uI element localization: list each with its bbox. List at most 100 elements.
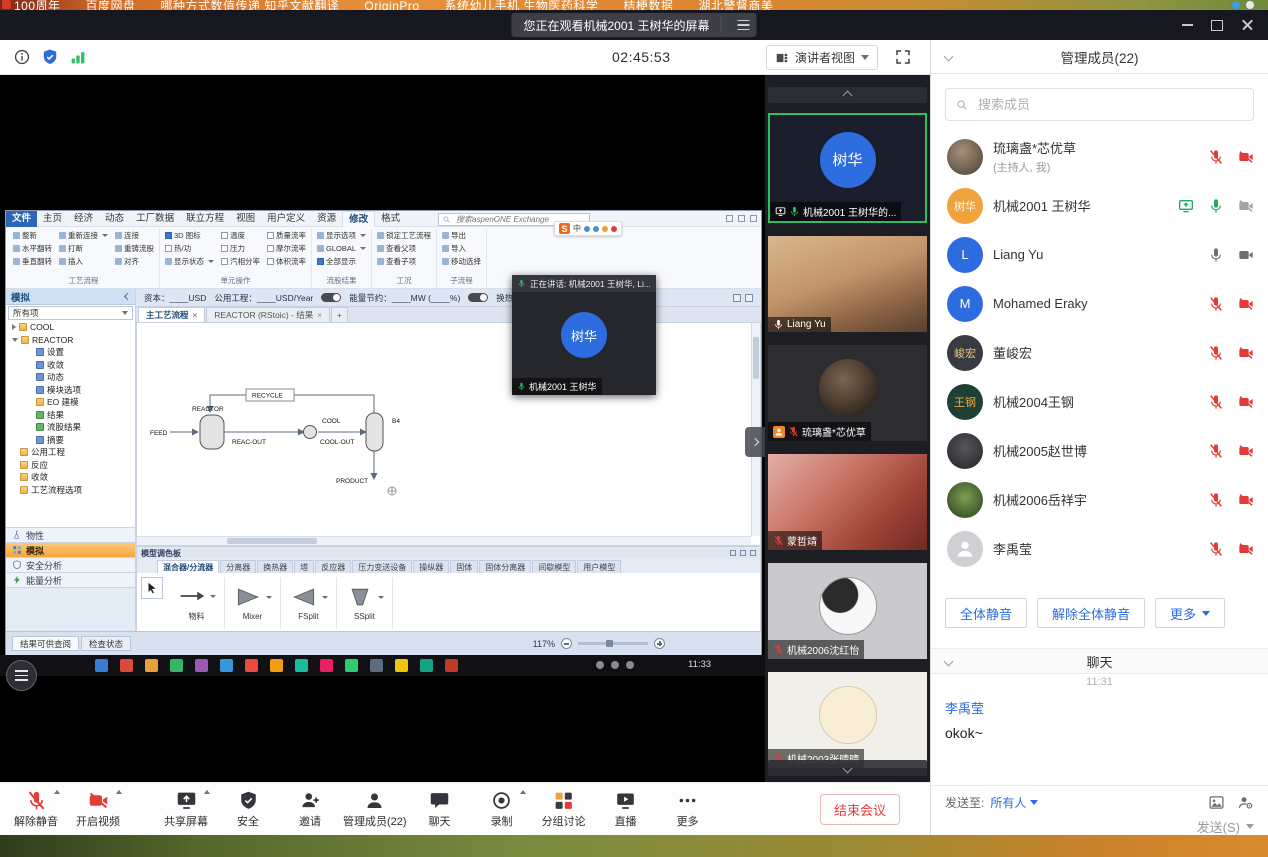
- ribbon-item[interactable]: 移动选择: [442, 255, 481, 268]
- camera-off-icon[interactable]: [1238, 198, 1254, 214]
- menu-tab[interactable]: 用户定义: [261, 211, 311, 227]
- member-row[interactable]: 树华机械2001 王树华: [931, 181, 1268, 230]
- image-icon[interactable]: [1208, 794, 1225, 811]
- tree-item[interactable]: 公用工程: [6, 446, 135, 459]
- tree-item[interactable]: 反应: [6, 459, 135, 472]
- checkbox-icon[interactable]: [165, 245, 172, 252]
- palette-tab[interactable]: 反应器: [315, 560, 351, 573]
- checkbox-icon[interactable]: [267, 245, 274, 252]
- ribbon-item[interactable]: 连接: [115, 229, 154, 242]
- checkbox-icon[interactable]: [267, 232, 274, 239]
- app-icon[interactable]: [420, 659, 433, 672]
- ribbon-item[interactable]: 3D 图标: [165, 229, 214, 242]
- ribbon-item[interactable]: 打断: [59, 242, 108, 255]
- flowsheet-tab[interactable]: REACTOR (RStoic) - 结果×: [206, 307, 330, 322]
- close-icon[interactable]: ×: [317, 311, 322, 320]
- thumbnails-scroll-up[interactable]: [768, 87, 927, 103]
- zoom-slider[interactable]: [578, 642, 648, 645]
- ribbon-item[interactable]: GLOBAL: [317, 242, 366, 255]
- tree-item[interactable]: COOL: [6, 321, 135, 334]
- checkbox-icon[interactable]: [221, 245, 228, 252]
- minimize-button[interactable]: [1172, 10, 1202, 40]
- nav-section[interactable]: 安全分析: [6, 557, 135, 572]
- expander-icon[interactable]: [12, 338, 18, 342]
- status-tab[interactable]: 结果可供查阅: [12, 636, 79, 651]
- camera-off-icon[interactable]: [1238, 345, 1254, 361]
- close-icon[interactable]: ×: [193, 311, 198, 320]
- mic-icon[interactable]: [1208, 198, 1224, 214]
- app-icon[interactable]: [320, 659, 333, 672]
- new-tab-button[interactable]: +: [331, 307, 348, 322]
- tree-filter-dropdown[interactable]: 所有项: [8, 306, 133, 320]
- toolbar-chat[interactable]: 聊天: [409, 783, 471, 835]
- palette-item[interactable]: 物料: [169, 577, 225, 629]
- app-icon[interactable]: [445, 659, 458, 672]
- ribbon-item[interactable]: 垂直翻转: [13, 255, 52, 268]
- toolbar-record[interactable]: 录制: [471, 783, 533, 835]
- end-meeting-button[interactable]: 结束会议: [820, 794, 900, 825]
- mic-muted-icon[interactable]: [1208, 345, 1224, 361]
- nav-section[interactable]: 模拟: [6, 542, 135, 557]
- ribbon-item[interactable]: 全部显示: [317, 255, 366, 268]
- meeting-info-icon[interactable]: [13, 48, 31, 66]
- ribbon-item[interactable]: 查看父项: [377, 242, 431, 255]
- aspen-window-controls[interactable]: [726, 215, 761, 222]
- checkbox-icon[interactable]: [221, 258, 228, 265]
- menu-tab[interactable]: 主页: [37, 211, 68, 227]
- app-icon[interactable]: [120, 659, 133, 672]
- toolbar-live[interactable]: 直播: [595, 783, 657, 835]
- palette-item[interactable]: SSplit: [337, 577, 393, 629]
- mic-muted-icon[interactable]: [1208, 394, 1224, 410]
- members-header[interactable]: 管理成员(22): [931, 40, 1268, 74]
- tree-item[interactable]: 动态: [6, 371, 135, 384]
- app-icon[interactable]: [270, 659, 283, 672]
- tree-item[interactable]: 设置: [6, 346, 135, 359]
- member-search[interactable]: [945, 88, 1254, 121]
- mic-icon[interactable]: [1208, 247, 1224, 263]
- member-row[interactable]: 琉璃盏*芯优草(主持人, 我): [931, 132, 1268, 181]
- toolbar-share-screen[interactable]: 共享屏幕: [155, 783, 217, 835]
- checkbox-icon[interactable]: [317, 258, 324, 265]
- ribbon-item[interactable]: 对齐: [115, 255, 154, 268]
- mic-muted-icon[interactable]: [1208, 296, 1224, 312]
- send-to-selector[interactable]: 所有人: [990, 794, 1038, 811]
- member-row[interactable]: MMohamed Eraky: [931, 279, 1268, 328]
- menu-tab[interactable]: 联立方程: [180, 211, 230, 227]
- toolbar-mic-muted[interactable]: 解除静音: [5, 783, 67, 835]
- app-icon[interactable]: [370, 659, 383, 672]
- chat-sender[interactable]: 李禹莹: [945, 698, 1268, 717]
- expander-icon[interactable]: [12, 324, 16, 330]
- meeting-security-icon[interactable]: [41, 48, 59, 66]
- camera-off-icon[interactable]: [1238, 541, 1254, 557]
- banner-menu-icon[interactable]: [731, 13, 757, 37]
- camera-off-icon[interactable]: [1238, 394, 1254, 410]
- mute-all-button[interactable]: 全体静音: [945, 598, 1027, 628]
- checkbox-icon[interactable]: [221, 232, 228, 239]
- collapse-thumbnails-handle[interactable]: [745, 427, 765, 457]
- tree-item[interactable]: 结果: [6, 409, 135, 422]
- app-icon[interactable]: [145, 659, 158, 672]
- fullscreen-icon[interactable]: [894, 48, 912, 66]
- member-row[interactable]: LLiang Yu: [931, 230, 1268, 279]
- menu-tab[interactable]: 格式: [375, 211, 406, 227]
- member-search-input[interactable]: [976, 96, 1244, 113]
- ribbon-item[interactable]: 重铸流股: [115, 242, 154, 255]
- palette-tab[interactable]: 压力变送设备: [352, 560, 412, 573]
- palette-tab[interactable]: 操纵器: [413, 560, 449, 573]
- member-row[interactable]: 李禹莹: [931, 524, 1268, 573]
- cursor-tool[interactable]: [141, 577, 163, 599]
- palette-tab[interactable]: 分离器: [220, 560, 256, 573]
- camera-off-icon[interactable]: [1238, 149, 1254, 165]
- watching-banner[interactable]: 您正在观看机械2001 王树华的屏幕: [511, 13, 756, 37]
- send-button[interactable]: 发送(S): [1197, 817, 1254, 836]
- maximize-button[interactable]: [1202, 10, 1232, 40]
- nav-section[interactable]: 能量分析: [6, 572, 135, 587]
- ribbon-item[interactable]: 导出: [442, 229, 481, 242]
- app-icon[interactable]: [295, 659, 308, 672]
- palette-tab[interactable]: 塔: [294, 560, 314, 573]
- toolbar-breakout[interactable]: 分组讨论: [533, 783, 595, 835]
- tree-item[interactable]: EO 建模: [6, 396, 135, 409]
- economics-toggle[interactable]: [321, 293, 341, 302]
- tree-item[interactable]: 工艺流程选项: [6, 484, 135, 497]
- menu-tab[interactable]: 工厂数据: [130, 211, 180, 227]
